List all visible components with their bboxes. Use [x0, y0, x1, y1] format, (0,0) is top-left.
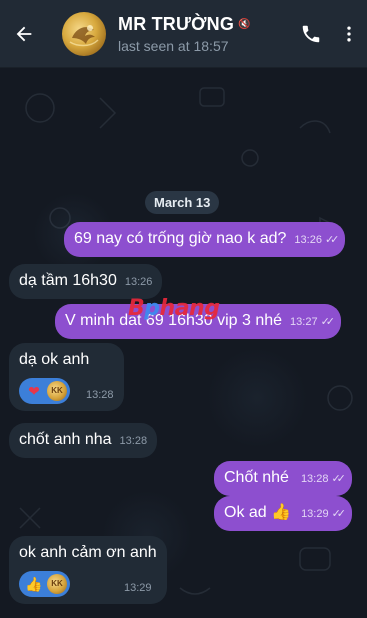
read-ticks-icon: ✓✓: [324, 234, 340, 246]
outgoing-message[interactable]: 69 nay có trống giờ nao k ad? 13:26 ✓✓: [64, 222, 346, 257]
read-ticks-icon: ✓✓: [331, 508, 347, 520]
read-ticks-icon: ✓✓: [320, 316, 336, 328]
chat-area[interactable]: March 13 69 nay có trống giờ nao k ad? 13…: [0, 68, 367, 618]
watermark-logo: Bphang: [128, 296, 220, 321]
title-block[interactable]: MR TRƯỜNG 🔇 last seen at 18:57: [118, 14, 291, 54]
message-text: ok anh cảm ơn anh: [19, 544, 157, 561]
read-ticks-icon: ✓✓: [331, 473, 346, 485]
incoming-message[interactable]: dạ tầm 16h30 13:26: [9, 264, 163, 299]
message-time: 13:26: [124, 276, 153, 288]
message-time: 13:29: [301, 508, 329, 520]
message-text: 69 nay có trống giờ nao k ad?: [74, 230, 287, 247]
message-time: 13:28: [119, 435, 148, 447]
message-time: 13:28: [86, 389, 114, 401]
avatar[interactable]: [62, 11, 106, 56]
outgoing-message[interactable]: Ok ad 👍 13:29 ✓✓: [214, 496, 353, 531]
more-options-button[interactable]: [331, 0, 367, 68]
message-text: dạ ok anh: [19, 351, 90, 368]
reaction-row: ❤ KK 13:28: [19, 377, 114, 405]
message-text: chốt anh nha: [19, 431, 112, 448]
message-text: dạ tầm 16h30: [19, 272, 117, 289]
more-vertical-icon: [347, 26, 351, 41]
chat-header: MR TRƯỜNG 🔇 last seen at 18:57: [0, 0, 367, 68]
call-button[interactable]: [291, 0, 331, 68]
reaction-badge[interactable]: ❤ KK: [19, 378, 70, 404]
incoming-message[interactable]: chốt anh nha 13:28: [9, 423, 158, 458]
reactor-avatar: KK: [47, 574, 67, 594]
incoming-message[interactable]: ok anh cảm ơn anh 👍 KK 13:29: [9, 536, 167, 604]
message-time: 13:29: [124, 582, 152, 594]
back-arrow-icon: [16, 26, 32, 41]
reactor-avatar: KK: [47, 381, 67, 401]
last-seen-status: last seen at 18:57: [118, 37, 229, 54]
dragon-emblem-icon: [69, 24, 99, 46]
heart-icon: ❤: [28, 383, 40, 399]
contact-name: MR TRƯỜNG 🔇: [118, 14, 291, 35]
message-text: Chốt nhé: [224, 469, 289, 486]
outgoing-message[interactable]: Chốt nhé 13:28 ✓✓: [214, 461, 352, 496]
message-time: 13:26: [294, 234, 322, 246]
date-separator: March 13: [145, 191, 220, 214]
reaction-badge[interactable]: 👍 KK: [19, 571, 70, 597]
thumbs-up-icon: 👍: [25, 576, 43, 592]
incoming-message[interactable]: dạ ok anh ❤ KK 13:28: [9, 343, 124, 411]
mute-icon: 🔇: [238, 18, 251, 30]
phone-icon: [302, 25, 320, 42]
message-time: 13:27: [290, 316, 318, 328]
reaction-row: 👍 KK 13:29: [19, 570, 157, 598]
message-text: Ok ad 👍: [224, 504, 292, 521]
contact-name-text: MR TRƯỜNG: [118, 13, 235, 34]
message-time: 13:28: [300, 473, 329, 485]
back-button[interactable]: [0, 0, 48, 68]
